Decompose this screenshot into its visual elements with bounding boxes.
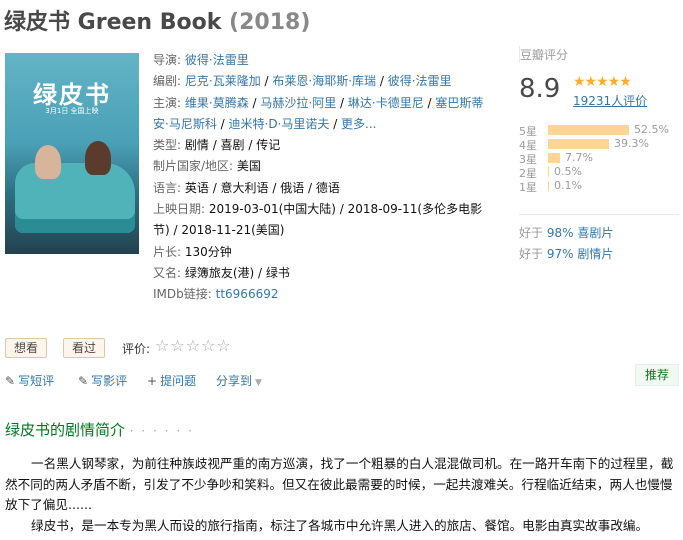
poster-figure-1 [35,145,61,179]
release-row-cont: 节) / 2018-11-21(美国) [153,223,285,238]
rating-bar-percent: 52.5% [634,123,669,136]
rate-stars-input[interactable]: ☆☆☆☆☆ [155,336,232,355]
share-dropdown[interactable]: 分享到 ▼ [216,372,262,389]
country-row: 制片国家/地区: 美国 [153,159,261,174]
rating-panel: 豆瓣评分 8.9 ★★★★★ 19231人评价 5星 52.5% 4星 39.3% 3星… [519,46,679,261]
writer-link[interactable]: 布莱恩·海耶斯·库瑞 [272,74,376,88]
summary-heading: 绿皮书的剧情简介 · · · · · · [5,421,194,439]
poster-figure-2 [85,141,111,175]
pencil-icon: ✎ [78,374,89,388]
better-than-link[interactable]: 98% 喜剧片 [547,226,614,240]
summary-paragraph: 绿皮书，是一本专为黑人而设的旅行指南，标注了各城市中允许黑人进入的旅店、餐馆。电… [31,517,649,533]
rating-bar [548,181,549,191]
rating-bar-label: 1星 [519,181,537,194]
cast-link[interactable]: 维果·莫腾森 [185,96,249,110]
rating-bar [548,139,609,149]
recommend-button[interactable]: 推荐 [635,364,679,386]
language-row: 语言: 英语 / 意大利语 / 俄语 / 德语 [153,180,340,195]
genre-value: 剧情 / 喜剧 / 传记 [184,138,281,153]
release-value-1: 2019-03-01(中国大陆) / 2018-09-11(多伦多电影 [208,202,483,217]
movie-poster[interactable]: 绿皮书 3月1日 全国上映 [5,53,139,254]
poster-date: 3月1日 全国上映 [45,107,99,115]
writer-link[interactable]: 彼得·法雷里 [388,74,452,88]
cast-link[interactable]: 迪米特·D·马里诺夫 [229,117,330,131]
ask-question-button[interactable]: + 提问题 [147,372,196,389]
rating-score: 8.9 [519,74,561,104]
poster-title: 绿皮书 [33,81,111,109]
rating-bar [548,125,629,135]
summary-dots: · · · · · · [129,424,194,438]
better-than-row: 好于 98% 喜剧片 [519,226,614,240]
language-value: 英语 / 意大利语 / 俄语 / 德语 [184,180,340,195]
rating-stars-icon: ★★★★★ [573,74,632,90]
rating-bar [548,167,549,177]
want-to-watch-button[interactable]: 想看 [5,338,48,358]
cast-link[interactable]: 马赫沙拉·阿里 [260,96,336,110]
better-than-row: 好于 97% 剧情片 [519,247,614,261]
imdb-link[interactable]: tt6966692 [216,287,279,301]
movie-title: 绿皮书 Green Book [4,10,222,35]
aka-value: 绿簿旅友(港) / 绿书 [184,265,290,280]
rating-bar-percent: 0.1% [554,179,582,192]
caret-down-icon: ▼ [255,378,262,388]
country-value: 美国 [236,159,261,174]
summary-paragraph: 一名黑人钢琴家，为前往种族歧视严重的南方巡演，找了一个粗暴的白人混混做司机。在一… [5,456,674,512]
rating-divider [519,214,679,215]
rating-bar-percent: 0.5% [554,165,582,178]
rating-bar [548,153,560,163]
movie-year: (2018) [229,10,311,35]
summary-body: 一名黑人钢琴家，为前往种族歧视严重的南方巡演，找了一个粗暴的白人混混做司机。在一… [5,454,677,536]
genre-row: 类型: 剧情 / 喜剧 / 传记 [153,138,281,153]
rating-votes-link[interactable]: 19231人评价 [573,92,647,109]
rating-bar-percent: 39.3% [614,137,649,150]
cast-more-link[interactable]: 更多... [341,117,376,131]
poster-car-shape [15,163,135,233]
page-title: 绿皮书 Green Book (2018) [4,4,310,36]
rate-label: 评价: [122,342,151,356]
rating-header: 豆瓣评分 [519,46,679,63]
runtime-row: 片长: 130分钟 [153,244,232,259]
pencil-icon: ✎ [5,374,16,388]
write-short-review-button[interactable]: ✎ 写短评 [5,372,54,389]
better-than-link[interactable]: 97% 剧情片 [547,247,614,261]
director-row: 导演: 彼得·法雷里 [153,53,249,67]
write-review-button[interactable]: ✎ 写影评 [78,372,127,389]
imdb-row: IMDb链接: tt6966692 [153,287,279,302]
writer-link[interactable]: 尼克·瓦莱隆加 [185,74,261,88]
rating-bar-percent: 7.7% [565,151,593,164]
watched-button[interactable]: 看过 [63,338,106,358]
runtime-value: 130分钟 [184,244,232,259]
cast-row: 主演: 维果·莫腾森 / 马赫沙拉·阿里 / 琳达·卡德里尼 / 塞巴斯蒂安·马… [153,95,484,131]
release-row: 上映日期: 2019-03-01(中国大陆) / 2018-09-11(多伦多电… [153,202,483,217]
writer-row: 编剧: 尼克·瓦莱隆加 / 布莱恩·海耶斯·库瑞 / 彼得·法雷里 [153,74,452,89]
director-link[interactable]: 彼得·法雷里 [185,53,249,67]
movie-info: 导演: 彼得·法雷里 编剧: 尼克·瓦莱隆加 / 布莱恩·海耶斯·库瑞 / 彼得… [153,50,493,306]
cast-link[interactable]: 琳达·卡德里尼 [348,96,424,110]
aka-row: 又名: 绿簿旅友(港) / 绿书 [153,265,290,280]
plus-icon: + [147,374,158,388]
